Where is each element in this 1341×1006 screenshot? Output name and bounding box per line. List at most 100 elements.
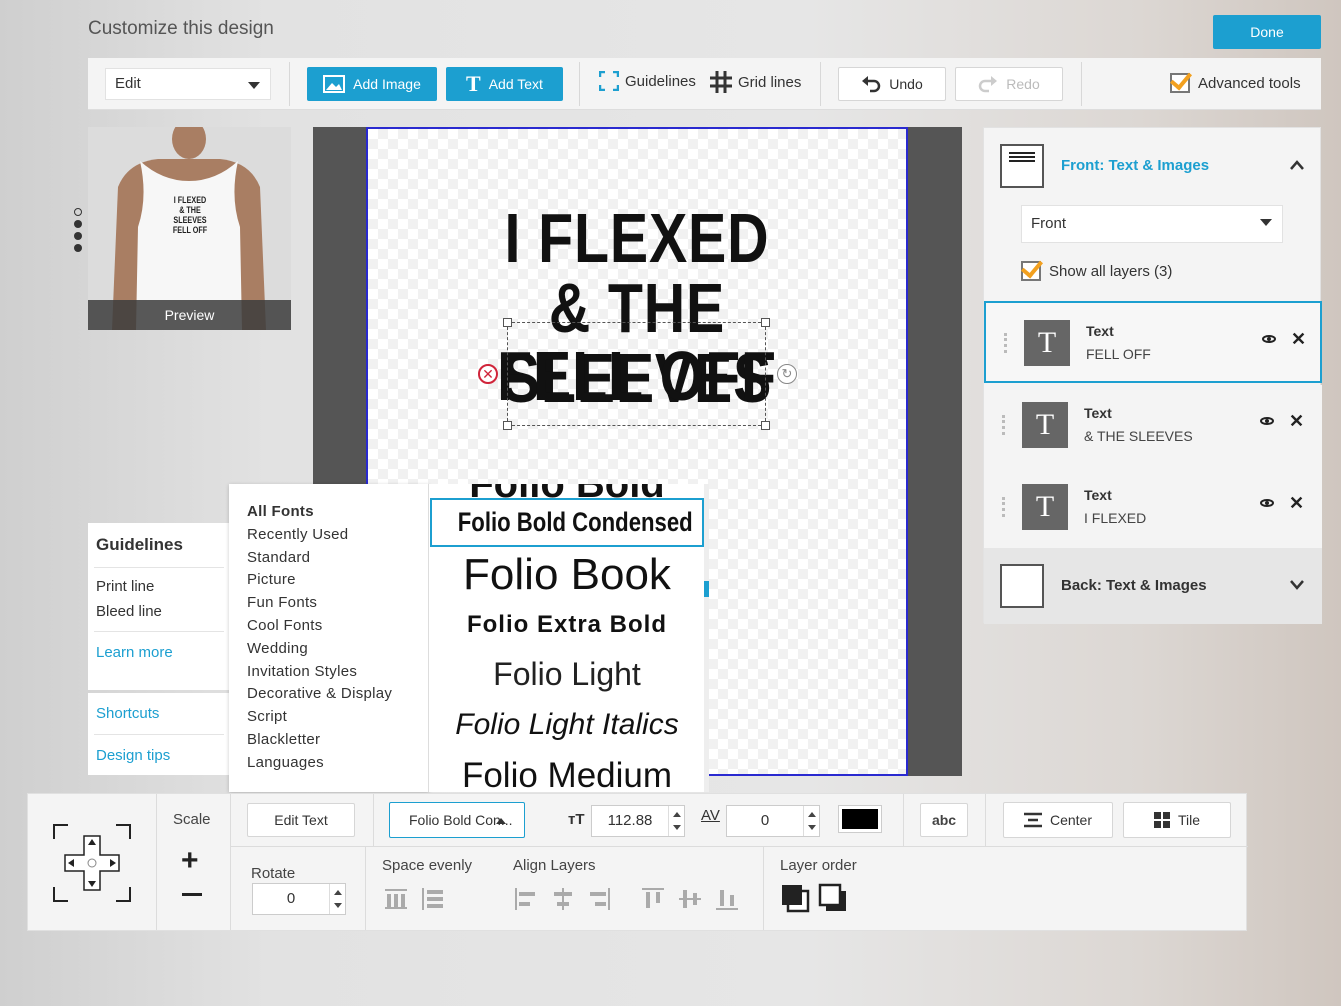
resize-handle-bl[interactable] [503,421,512,430]
resize-handle-tr[interactable] [761,318,770,327]
show-all-layers-label: Show all layers (3) [1049,262,1173,280]
learn-more-link[interactable]: Learn more [88,632,230,661]
font-category-invitation[interactable]: Invitation Styles [247,661,429,684]
font-option-selected[interactable]: Folio Bold Condensed [430,498,704,547]
space-horizontal-icon[interactable] [384,887,408,911]
font-category-script[interactable]: Script [247,706,429,729]
resize-handle-tl[interactable] [503,318,512,327]
guidelines-toggle[interactable]: Guidelines [599,71,696,91]
font-option[interactable]: Folio Light [429,656,705,693]
resize-handle-br[interactable] [761,421,770,430]
front-section-title[interactable]: Front: Text & Images [1061,157,1209,174]
stepper-icon[interactable] [329,884,345,914]
add-text-button[interactable]: T Add Text [446,67,563,101]
font-option[interactable]: Folio Light Italics [429,708,705,742]
grid-lines-toggle[interactable]: Grid lines [710,71,801,93]
layer-row[interactable]: T Text FELL OFF ✕ [984,301,1322,383]
layer-row[interactable]: T Text & THE SLEEVES ✕ [984,385,1322,467]
font-category-picture[interactable]: Picture [247,569,429,592]
done-button[interactable]: Done [1213,15,1321,49]
font-list-scroll-thumb[interactable] [704,581,709,597]
rotate-icon[interactable]: ↻ [777,364,797,384]
chevron-down-icon[interactable] [1290,580,1304,590]
font-option[interactable]: Folio Book [429,550,705,600]
preview-line-3: FELL OFF [172,225,208,235]
align-center-icon[interactable] [551,887,575,911]
font-category-decorative[interactable]: Decorative & Display [247,683,429,706]
print-line-item[interactable]: Print line [88,568,230,595]
font-category-languages[interactable]: Languages [247,752,429,775]
font-category-list: All Fonts Recently Used Standard Picture… [229,484,429,792]
undo-button[interactable]: Undo [838,67,946,101]
side-select[interactable]: Front [1021,205,1283,243]
close-icon[interactable]: ✕ [1291,329,1306,350]
rotate-input[interactable]: 0 [252,883,346,915]
bleed-line-item[interactable]: Bleed line [88,595,230,631]
color-fill [842,809,878,829]
font-option[interactable]: Folio Extra Bold [429,611,705,639]
move-nudge-icon[interactable] [53,824,131,902]
zoom-out-icon[interactable] [182,893,202,896]
font-category-recent[interactable]: Recently Used [247,524,429,547]
eye-icon[interactable] [1260,499,1274,507]
edit-text-button[interactable]: Edit Text [247,803,355,837]
view-dot-2[interactable] [74,220,82,228]
bring-forward-icon[interactable] [780,883,810,913]
text-layer-icon: T [1024,320,1070,366]
align-left-icon[interactable] [514,887,538,911]
send-backward-icon[interactable] [818,883,848,913]
design-tips-link[interactable]: Design tips [88,735,230,764]
add-image-button[interactable]: Add Image [307,67,437,101]
text-color-swatch[interactable] [838,805,882,833]
align-bottom-icon[interactable] [715,887,739,911]
view-dot-front[interactable] [74,208,82,216]
redo-button[interactable]: Redo [955,67,1063,101]
font-size-icon: ᴛT [568,811,585,828]
eye-icon[interactable] [1262,335,1276,343]
advanced-tools-toggle[interactable]: Advanced tools [1170,73,1301,93]
font-list: Folio Bold Folio Bold Condensed Folio Bo… [428,484,709,792]
font-option[interactable]: Folio Medium [429,756,705,792]
font-category-wedding[interactable]: Wedding [247,638,429,661]
close-icon[interactable]: ✕ [1289,493,1304,514]
align-middle-icon[interactable] [678,887,702,911]
tile-button[interactable]: Tile [1123,802,1231,838]
eye-icon[interactable] [1260,417,1274,425]
space-vertical-icon[interactable] [420,887,444,911]
font-category-blackletter[interactable]: Blackletter [247,729,429,752]
font-list-scrollbar[interactable] [704,484,709,792]
mode-select[interactable]: Edit [105,68,271,100]
view-dot-4[interactable] [74,244,82,252]
design-text-line-1[interactable]: I FLEXED [416,203,857,273]
space-evenly-label: Space evenly [382,857,473,874]
font-category-fun[interactable]: Fun Fonts [247,592,429,615]
text-icon: T [466,71,481,96]
selection-box[interactable] [503,318,770,430]
chevron-up-icon[interactable] [1290,160,1304,170]
delete-layer-icon[interactable]: ✕ [478,364,498,384]
show-all-layers-checkbox[interactable]: Show all layers (3) [1021,261,1172,281]
font-size-input[interactable]: 112.88 [591,805,685,837]
zoom-in-icon[interactable]: + [181,844,199,878]
view-dot-3[interactable] [74,232,82,240]
font-category-all[interactable]: All Fonts [247,501,429,524]
drag-handle-icon[interactable] [1004,333,1007,353]
stepper-icon[interactable] [803,806,819,836]
layer-row[interactable]: T Text I FLEXED ✕ [984,467,1322,549]
center-button[interactable]: Center [1003,802,1113,838]
align-top-icon[interactable] [641,887,665,911]
page-title: Customize this design [88,18,274,39]
drag-handle-icon[interactable] [1002,497,1005,517]
shortcuts-link[interactable]: Shortcuts [88,693,230,734]
font-category-cool[interactable]: Cool Fonts [247,615,429,638]
close-icon[interactable]: ✕ [1289,411,1304,432]
font-select[interactable]: Folio Bold Con... [389,802,525,838]
font-category-standard[interactable]: Standard [247,547,429,570]
letter-spacing-input[interactable]: 0 [726,805,820,837]
back-section[interactable]: Back: Text & Images [984,548,1322,624]
align-right-icon[interactable] [587,887,611,911]
text-effects-button[interactable]: abc [920,803,968,837]
drag-handle-icon[interactable] [1002,415,1005,435]
stepper-icon[interactable] [668,806,684,836]
product-preview[interactable]: I FLEXED & THE SLEEVES FELL OFF Preview [88,127,291,330]
